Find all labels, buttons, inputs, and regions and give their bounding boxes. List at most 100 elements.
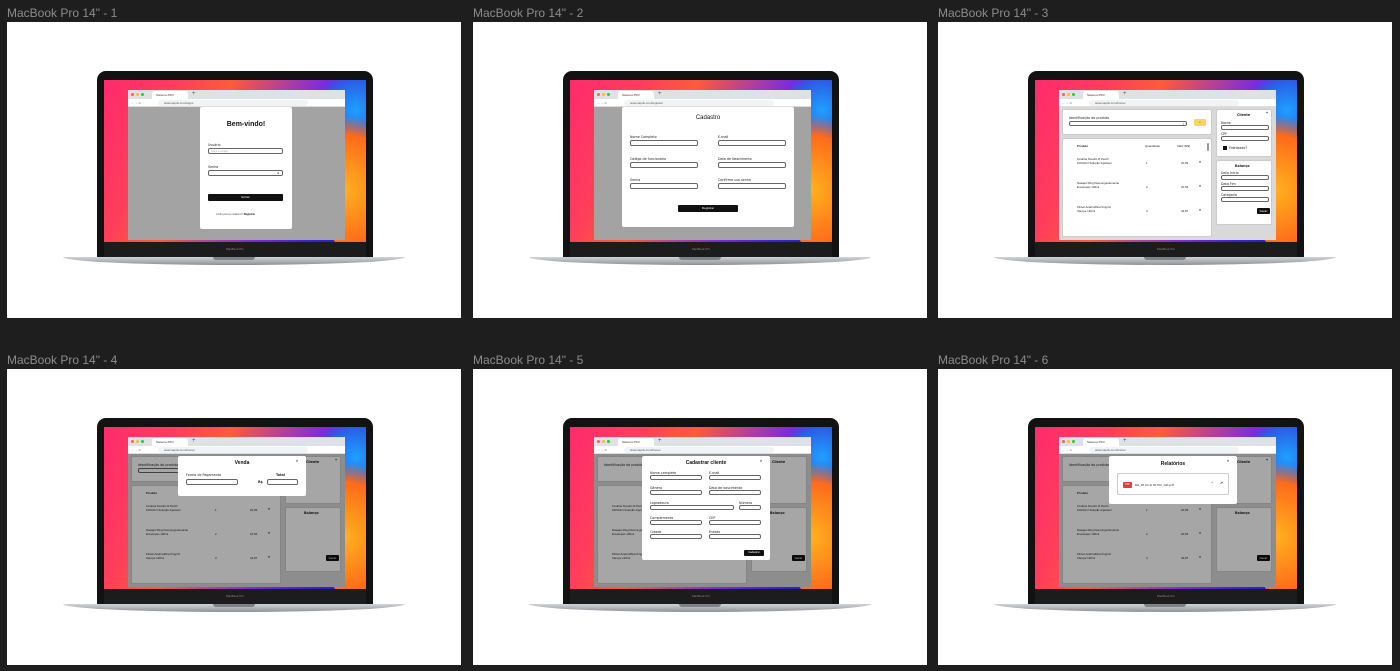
browser-tab[interactable]: Sistema PDV: [618, 438, 654, 446]
login-title: Bem-vindo!: [226, 121, 266, 128]
payment-select[interactable]: ⌄: [186, 479, 238, 485]
new-tab-icon[interactable]: +: [658, 437, 662, 446]
user-label: Usuário: [208, 143, 221, 147]
name-input[interactable]: [630, 140, 698, 146]
product-id-label: Identificação do produto: [1069, 116, 1110, 120]
browser-window: Sistema PDV + ← → Csistemapdv.com/home/ I…: [594, 437, 811, 587]
street-input[interactable]: [650, 505, 734, 510]
open-external-icon[interactable]: ↗: [1220, 481, 1223, 485]
add-client-icon[interactable]: +: [1266, 111, 1268, 115]
frame-title-3: MacBook Pro 14" - 3: [938, 6, 1049, 20]
payment-label: Forma de Pagamento: [186, 473, 222, 477]
loyalty-checkbox[interactable]: [1223, 146, 1227, 150]
address-bar[interactable]: sistemapdv.com/register/: [624, 100, 774, 106]
client-name-input[interactable]: [1221, 125, 1269, 130]
remove-item-icon[interactable]: ×: [1199, 160, 1201, 164]
frame-title-6: MacBook Pro 14" - 6: [938, 353, 1049, 367]
browser-tab[interactable]: Sistema PDV: [1083, 438, 1119, 446]
city-input[interactable]: [650, 534, 702, 539]
clear-icon[interactable]: ×: [1182, 122, 1184, 127]
nav-arrows-icon[interactable]: ← → C: [1062, 446, 1072, 454]
user-input[interactable]: Insira o código: [208, 148, 283, 154]
nav-arrows-icon[interactable]: ← → C: [597, 446, 607, 454]
browser-window: Sistema PDV + ← → C sistemapdv.com/home/ I…: [1059, 90, 1276, 240]
address-bar[interactable]: sistemapdv.com/home/: [624, 447, 774, 453]
code-input[interactable]: [630, 162, 698, 168]
search-button[interactable]: ⌕: [1194, 119, 1206, 126]
email-input[interactable]: [709, 475, 761, 480]
row-qty: 2: [1146, 185, 1148, 189]
address-bar[interactable]: sistemapdv.com/login/: [158, 100, 308, 106]
laptop: Sistema PDV + ← → Csistemapdv.com/home/ I…: [994, 418, 1336, 616]
login-card: Bem-vindo! Usuário Insira o código Senha…: [200, 107, 292, 229]
address-bar[interactable]: sistemapdv.com/home/: [158, 447, 308, 453]
remove-item-icon[interactable]: ×: [1199, 208, 1201, 212]
laptop-chin: MacBook Pro: [104, 589, 366, 604]
remove-item-icon[interactable]: ×: [1199, 184, 1201, 188]
name-input[interactable]: [650, 475, 702, 480]
frame-login: Sistema PDV + ← → Csistemapdv.com/login/ …: [7, 22, 461, 318]
start-date-input[interactable]: [1221, 175, 1269, 180]
frame-title-4: MacBook Pro 14" - 4: [7, 353, 118, 367]
nav-arrows-icon[interactable]: ← → C: [1062, 99, 1072, 107]
gender-select[interactable]: [650, 490, 702, 495]
chevron-down-icon: ⌄: [232, 481, 235, 484]
browser-tab[interactable]: Sistema PDV: [1083, 91, 1119, 99]
number-input[interactable]: [739, 505, 761, 510]
row-value: 42,87: [1181, 209, 1189, 213]
product-id-input[interactable]: ×: [1069, 121, 1187, 126]
pass-label: Senha: [630, 178, 641, 182]
new-tab-icon[interactable]: +: [1123, 90, 1127, 99]
close-icon[interactable]: ×: [760, 459, 762, 463]
state-input[interactable]: [709, 534, 761, 539]
eye-icon[interactable]: ●: [277, 171, 279, 176]
address-bar[interactable]: sistemapdv.com/home/: [1089, 100, 1239, 106]
nav-arrows-icon[interactable]: ← → C: [131, 99, 141, 107]
client-panel: Cliente + Nome CPF Fidelizado?: [1216, 109, 1272, 157]
laptop: Sistema PDV + ← → Csistemapdv.com/home/ I…: [63, 418, 405, 616]
category-select[interactable]: [1221, 197, 1269, 202]
new-tab-icon[interactable]: +: [192, 90, 196, 99]
new-tab-icon[interactable]: +: [192, 437, 196, 446]
laptop: Sistema PDV + ← → C sistemapdv.com/registe…: [529, 71, 871, 269]
nav-arrows-icon[interactable]: ← → C: [131, 446, 141, 454]
chevron-up-icon[interactable]: ⌃: [1211, 481, 1214, 485]
pass-input[interactable]: [630, 183, 698, 189]
pass-input[interactable]: ●: [208, 170, 283, 176]
cep-input[interactable]: [709, 520, 761, 525]
frame-reports: Sistema PDV + ← → Csistemapdv.com/home/ I…: [938, 369, 1392, 665]
complement-input[interactable]: [650, 520, 702, 525]
new-tab-icon[interactable]: +: [1123, 437, 1127, 446]
email-input[interactable]: [718, 140, 786, 146]
address-bar[interactable]: sistemapdv.com/home/: [1089, 447, 1239, 453]
browser-window: Sistema PDV + ← → Csistemapdv.com/login/ …: [128, 90, 345, 240]
login-button[interactable]: Entrar: [208, 194, 283, 201]
client-cpf-input[interactable]: [1221, 136, 1269, 141]
laptop: Sistema PDV + ← → Csistemapdv.com/login/ …: [63, 71, 405, 269]
reports-modal: Relatórios × PDF Rel_Dt Inicio Dt Fim_Ca…: [1109, 456, 1237, 504]
confirm-input[interactable]: [718, 183, 786, 189]
report-file-item[interactable]: PDF Rel_Dt Inicio Dt Fim_Cat.pdf ⌃ ↗: [1117, 473, 1229, 495]
register-link[interactable]: Registrar: [244, 213, 255, 216]
new-tab-icon[interactable]: +: [658, 90, 662, 99]
nav-arrows-icon[interactable]: ← → C: [597, 99, 607, 107]
browser-tab[interactable]: Sistema PDV: [152, 438, 188, 446]
generate-button[interactable]: Gerar: [1257, 208, 1270, 214]
close-icon[interactable]: ×: [296, 459, 298, 463]
client-modal: Cadastrar cliente × Nome completo E-mail…: [642, 456, 770, 560]
client-modal-title: Cadastrar cliente: [685, 460, 727, 466]
col-product: Produto: [1077, 144, 1089, 148]
register-button[interactable]: Registrar: [678, 205, 738, 212]
email-label: E-mail: [718, 135, 729, 139]
report-file-name: Rel_Dt Inicio Dt Fim_Cat.pdf: [1135, 483, 1174, 487]
browser-tab[interactable]: Sistema PDV: [152, 91, 188, 99]
birth-input[interactable]: [718, 162, 786, 168]
submit-client-button[interactable]: Cadastrar: [744, 550, 764, 556]
browser-tab[interactable]: Sistema PDV: [618, 91, 654, 99]
end-date-input[interactable]: [1221, 186, 1269, 191]
birth-input[interactable]: [709, 490, 761, 495]
scrollbar[interactable]: [1207, 143, 1209, 151]
total-input[interactable]: [267, 479, 298, 485]
col-qty: Quantidade: [1145, 144, 1160, 148]
close-icon[interactable]: ×: [1227, 459, 1229, 463]
